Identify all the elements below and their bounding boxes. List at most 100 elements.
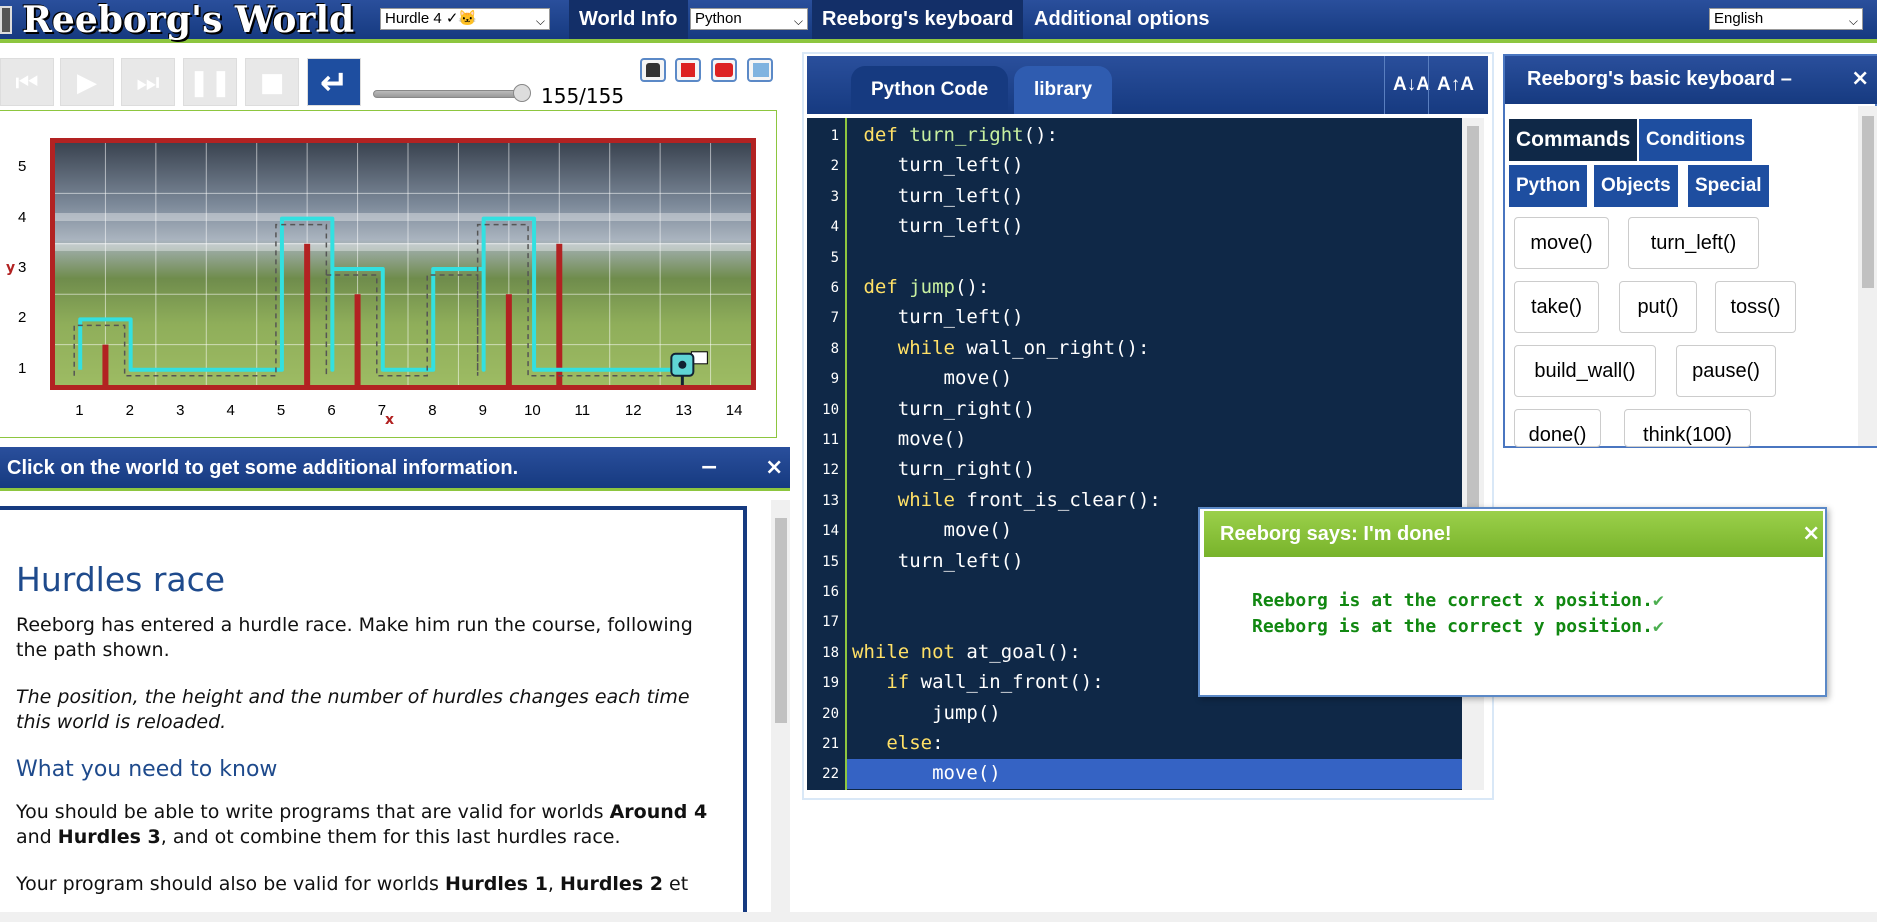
scrollbar-thumb[interactable]: [1467, 126, 1479, 526]
key-think[interactable]: think(100): [1624, 409, 1751, 447]
line-number: 4: [830, 219, 839, 236]
line-number: 13: [822, 492, 839, 509]
info-panel-header: Click on the world to get some additiona…: [0, 447, 790, 491]
line-number: 5: [830, 249, 839, 266]
watch-variables-toggle[interactable]: [675, 58, 701, 82]
close-button[interactable]: ×: [1851, 56, 1869, 102]
scrollbar-thumb[interactable]: [1862, 116, 1874, 288]
code-line[interactable]: turn_left(): [852, 550, 1024, 572]
code-line[interactable]: move(): [852, 428, 967, 450]
code-line[interactable]: if wall_in_front():: [852, 671, 1103, 694]
code-line[interactable]: while wall_on_right():: [852, 336, 1150, 359]
keyword: while: [897, 488, 955, 511]
code-line[interactable]: turn_left(): [852, 185, 1024, 207]
line-number: 21: [822, 736, 839, 752]
code-line[interactable]: turn_right(): [852, 458, 1035, 480]
keyword: if: [886, 671, 910, 694]
run-button[interactable]: ▶: [60, 58, 114, 106]
tab-conditions[interactable]: Conditions: [1639, 119, 1753, 161]
keyboard-scrollbar[interactable]: [1858, 106, 1877, 446]
dialog-message: Reeborg is at the correct x position.✔: [1252, 590, 1664, 611]
tab-objects[interactable]: Objects: [1594, 165, 1678, 207]
x-tick-label: 1: [75, 402, 84, 419]
code-line[interactable]: def turn_right():: [852, 124, 1058, 146]
tab-python[interactable]: Python: [1509, 165, 1588, 207]
code-line[interactable]: while front_is_clear():: [852, 489, 1161, 511]
key-pause[interactable]: pause(): [1676, 345, 1776, 397]
code-line[interactable]: while not at_goal():: [852, 641, 1081, 663]
hurdle-wall: [304, 243, 311, 385]
code-text: wall_on_right():: [954, 336, 1150, 359]
key-toss[interactable]: toss(): [1715, 281, 1796, 333]
screenshot-toggle[interactable]: [747, 58, 773, 82]
code-line[interactable]: else:: [852, 732, 943, 754]
step-button[interactable]: ⏭: [121, 58, 175, 106]
world-select[interactable]: Hurdle 4 ✓🐱 ⌵: [380, 8, 550, 30]
info-scrollbar[interactable]: [771, 500, 790, 922]
close-button[interactable]: ×: [1802, 511, 1820, 557]
highlight-toggle[interactable]: [640, 58, 666, 82]
code-text: turn_left(): [897, 184, 1024, 207]
message-text: Reeborg is at the correct x position.: [1252, 590, 1653, 611]
key-build-wall[interactable]: build_wall(): [1514, 345, 1656, 397]
code-line[interactable]: turn_left(): [852, 306, 1024, 328]
tab-library[interactable]: library: [1014, 66, 1113, 114]
code-text: turn_left(): [897, 215, 1024, 238]
stop-button[interactable]: ■: [245, 58, 299, 106]
frame-slider-thumb[interactable]: [513, 84, 531, 102]
world-edit-toggle[interactable]: [711, 58, 737, 82]
key-done[interactable]: done(): [1514, 409, 1601, 447]
world-grid[interactable]: [50, 138, 756, 390]
key-take[interactable]: take(): [1514, 281, 1599, 333]
code-text: jump(): [932, 701, 1001, 724]
code-text: ():: [955, 276, 990, 298]
code-line[interactable]: turn_left(): [852, 154, 1024, 176]
ui-language-select[interactable]: English ⌵: [1709, 8, 1863, 30]
x-tick-label: 4: [226, 402, 235, 419]
code-line[interactable]: jump(): [852, 702, 1001, 724]
code-line[interactable]: turn_right(): [852, 398, 1035, 420]
pause-button[interactable]: ❚❚: [183, 58, 237, 106]
key-put[interactable]: put(): [1619, 281, 1697, 333]
reload-button[interactable]: ↵: [307, 58, 361, 106]
increase-font-button[interactable]: A↑A: [1428, 56, 1482, 114]
minimize-button[interactable]: −: [700, 447, 718, 489]
robot-red-icon: [681, 63, 695, 77]
code-text: move(): [943, 367, 1013, 390]
return-arrow-icon: ↵: [319, 63, 349, 103]
y-tick-label: 1: [18, 359, 27, 377]
keyword: def: [863, 276, 898, 298]
language-select[interactable]: Python ⌵: [690, 8, 808, 30]
reeborg-keyboard-button[interactable]: Reeborg's keyboard: [812, 0, 1024, 39]
reverse-step-button[interactable]: ⏮: [0, 58, 54, 106]
scrollbar-thumb[interactable]: [775, 518, 787, 723]
code-line[interactable]: move(): [852, 762, 1001, 784]
code-line[interactable]: move(): [852, 367, 1013, 390]
tab-commands[interactable]: Commands: [1509, 119, 1638, 161]
code-line[interactable]: move(): [852, 519, 1013, 542]
key-move[interactable]: move(): [1514, 217, 1609, 269]
code-line[interactable]: turn_left(): [852, 215, 1024, 237]
code-text: move(): [943, 519, 1013, 542]
key-turn-left[interactable]: turn_left(): [1628, 217, 1759, 269]
keyword: while not: [852, 640, 955, 663]
reeborg-trace-shadow: [73, 223, 680, 377]
additional-options-button[interactable]: Additional options: [1024, 0, 1220, 39]
world-info-button[interactable]: World Info: [569, 0, 688, 39]
world-ref: Hurdles 2: [560, 873, 663, 895]
language-select-value: Python: [695, 10, 742, 27]
image-icon: [753, 63, 769, 77]
tab-python-code[interactable]: Python Code: [851, 66, 1009, 114]
close-button[interactable]: ×: [765, 447, 783, 489]
page-horizontal-scrollbar[interactable]: [0, 912, 1877, 922]
dialog-header: Reeborg says: I'm done! ×: [1204, 511, 1823, 557]
frame-slider[interactable]: [373, 90, 530, 98]
code-line[interactable]: def jump():: [852, 276, 989, 298]
tab-special[interactable]: Special: [1688, 165, 1769, 207]
